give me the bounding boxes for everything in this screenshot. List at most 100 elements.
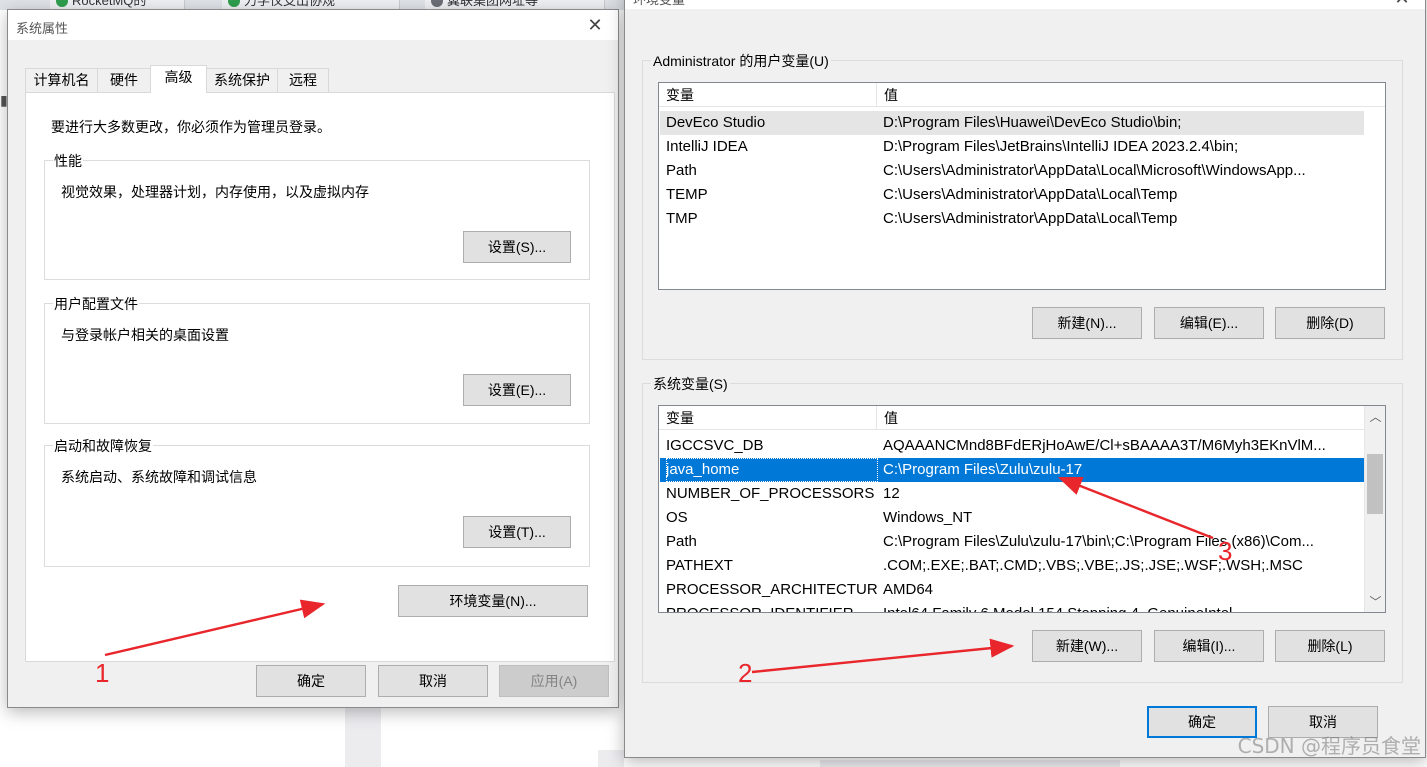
user-new-button[interactable]: 新建(N)... <box>1032 307 1142 339</box>
title-bar: 系统属性 ✕ <box>8 10 618 40</box>
variable-name: Path <box>666 162 697 179</box>
user-edit-button[interactable]: 编辑(E)... <box>1154 307 1264 339</box>
tab-system-protection[interactable]: 系统保护 <box>206 68 278 92</box>
variable-value: AMD64 <box>883 581 934 598</box>
list-header: 变量 值 <box>659 406 1364 430</box>
performance-settings-button[interactable]: 设置(S)... <box>463 231 571 263</box>
watermark: CSDN @程序员食堂 <box>1237 734 1421 758</box>
apply-button[interactable]: 应用(A) <box>499 665 609 697</box>
variable-name: java_home <box>666 458 878 482</box>
list-row[interactable]: Path C:\Users\Administrator\AppData\Loca… <box>660 159 1364 183</box>
tab-computer-name[interactable]: 计算机名 <box>25 68 98 92</box>
user-variables-group: Administrator 的用户变量(U) 变量 值 DevEco Studi… <box>642 51 1403 360</box>
system-variables-group: 系统变量(S) 变量 值 IGCCSVC_DB AQAAANCMnd8BFdER… <box>642 374 1403 683</box>
list-row[interactable]: PROCESSOR_ARCHITECTURE AMD64 <box>660 578 1364 602</box>
system-properties-dialog: 系统属性 ✕ 计算机名 硬件 高级 系统保护 远程 要进行大多数更改，你必须作为… <box>7 9 619 708</box>
user-delete-button[interactable]: 删除(D) <box>1275 307 1385 339</box>
group-title: 用户配置文件 <box>53 294 139 314</box>
performance-group: 性能 视觉效果，处理器计划，内存使用，以及虚拟内存 设置(S)... <box>44 151 590 280</box>
variable-value: C:\Users\Administrator\AppData\Local\Tem… <box>883 186 1178 203</box>
user-variables-list[interactable]: 变量 值 DevEco Studio D:\Program Files\Huaw… <box>658 82 1386 290</box>
annotation-label-2: 2 <box>738 658 753 688</box>
system-variables-list[interactable]: 变量 值 IGCCSVC_DB AQAAANCMnd8BFdERjHoAwE/C… <box>658 405 1386 613</box>
variable-value: Intel64 Family 6 Model 154 Stepping 4, G… <box>883 602 1232 612</box>
list-row[interactable]: IntelliJ IDEA D:\Program Files\JetBrains… <box>660 135 1364 159</box>
group-description: 与登录帐户相关的桌面设置 <box>61 327 229 343</box>
background-block <box>598 750 624 767</box>
title-bar: 环境变量 ✕ <box>625 0 1425 9</box>
variable-name: NUMBER_OF_PROCESSORS <box>666 485 875 502</box>
group-title: 启动和故障恢复 <box>53 436 153 456</box>
green-circle-icon <box>228 0 240 7</box>
group-description: 视觉效果，处理器计划，内存使用，以及虚拟内存 <box>61 184 369 200</box>
list-header: 变量 值 <box>659 83 1385 107</box>
browser-tab-label: 翼联集团网址等 <box>447 0 539 8</box>
browser-icon <box>431 0 443 7</box>
system-delete-button[interactable]: 删除(L) <box>1275 630 1385 662</box>
dialog-title: 环境变量 <box>633 0 685 8</box>
green-check-icon <box>56 0 68 7</box>
variable-value: Windows_NT <box>883 509 973 526</box>
system-edit-button[interactable]: 编辑(I)... <box>1154 630 1264 662</box>
ok-button[interactable]: 确定 <box>256 665 366 697</box>
close-icon[interactable]: ✕ <box>572 10 618 40</box>
browser-tab-label: 力学仪支出协规 <box>244 0 336 8</box>
startup-recovery-settings-button[interactable]: 设置(T)... <box>463 516 571 548</box>
variable-name: Path <box>666 533 697 550</box>
list-row[interactable]: IGCCSVC_DB AQAAANCMnd8BFdERjHoAwE/Cl+sBA… <box>660 434 1364 458</box>
vertical-scrollbar[interactable]: ︿ ﹀ <box>1364 406 1385 612</box>
variable-value: C:\Program Files\Zulu\zulu-17 <box>883 461 1083 478</box>
variable-name: PROCESSOR_ARCHITECTURE <box>666 581 878 598</box>
cancel-button[interactable]: 取消 <box>378 665 488 697</box>
system-new-button[interactable]: 新建(W)... <box>1032 630 1142 662</box>
user-variables-label: Administrator 的用户变量(U) <box>651 51 831 71</box>
tab-hardware[interactable]: 硬件 <box>97 68 151 92</box>
variable-name: OS <box>666 509 688 526</box>
admin-notice: 要进行大多数更改，你必须作为管理员登录。 <box>51 119 331 135</box>
column-header-value[interactable]: 值 <box>876 83 1366 107</box>
list-row[interactable]: NUMBER_OF_PROCESSORS 12 <box>660 482 1364 506</box>
group-description: 系统启动、系统故障和调试信息 <box>61 469 257 485</box>
annotation-label-3: 3 <box>1218 536 1233 566</box>
list-row[interactable]: DevEco Studio D:\Program Files\Huawei\De… <box>660 111 1364 135</box>
variable-value: 12 <box>883 485 900 502</box>
column-header-value[interactable]: 值 <box>876 406 1366 430</box>
list-row-selected[interactable]: java_home C:\Program Files\Zulu\zulu-17 <box>660 458 1364 482</box>
variable-value: D:\Program Files\Huawei\DevEco Studio\bi… <box>883 114 1182 131</box>
list-row[interactable]: PROCESSOR_IDENTIFIER Intel64 Family 6 Mo… <box>660 602 1364 612</box>
variable-value: D:\Program Files\JetBrains\IntelliJ IDEA… <box>883 138 1239 155</box>
background-block <box>820 760 1120 767</box>
list-row[interactable]: TMP C:\Users\Administrator\AppData\Local… <box>660 207 1364 231</box>
list-row[interactable]: TEMP C:\Users\Administrator\AppData\Loca… <box>660 183 1364 207</box>
user-profiles-settings-button[interactable]: 设置(E)... <box>463 374 571 406</box>
close-icon[interactable]: ✕ <box>1379 0 1425 9</box>
advanced-tab-panel: 要进行大多数更改，你必须作为管理员登录。 性能 视觉效果，处理器计划，内存使用，… <box>25 92 615 662</box>
tab-advanced[interactable]: 高级 <box>150 65 207 93</box>
variable-name: PATHEXT <box>666 557 733 574</box>
variable-value: C:\Users\Administrator\AppData\Local\Mic… <box>883 162 1306 179</box>
variable-value: AQAAANCMnd8BFdERjHoAwE/Cl+sBAAAA3T/M6Myh… <box>883 437 1326 454</box>
scrollbar-thumb[interactable] <box>1367 454 1383 514</box>
dialog-title: 系统属性 <box>16 21 69 36</box>
group-title: 性能 <box>53 151 83 171</box>
scroll-down-icon[interactable]: ﹀ <box>1365 591 1385 612</box>
list-row[interactable]: PATHEXT .COM;.EXE;.BAT;.CMD;.VBS;.VBE;.J… <box>660 554 1364 578</box>
list-row[interactable]: OS Windows_NT <box>660 506 1364 530</box>
variable-value: C:\Users\Administrator\AppData\Local\Tem… <box>883 210 1178 227</box>
system-variables-label: 系统变量(S) <box>651 374 730 394</box>
variable-name: TMP <box>666 210 698 227</box>
environment-variables-dialog: 环境变量 ✕ Administrator 的用户变量(U) 变量 值 DevEc… <box>624 0 1426 758</box>
background-block <box>345 708 381 767</box>
environment-variables-button[interactable]: 环境变量(N)... <box>398 585 588 617</box>
column-header-variable[interactable]: 变量 <box>659 83 876 107</box>
column-header-variable[interactable]: 变量 <box>659 406 876 430</box>
variable-value: C:\Program Files\Zulu\zulu-17\bin\;C:\Pr… <box>883 533 1314 550</box>
tab-remote[interactable]: 远程 <box>277 68 329 92</box>
variable-name: IGCCSVC_DB <box>666 437 764 454</box>
scroll-up-icon[interactable]: ︿ <box>1365 406 1385 427</box>
list-row[interactable]: Path C:\Program Files\Zulu\zulu-17\bin\;… <box>660 530 1364 554</box>
annotation-label-1: 1 <box>95 658 110 688</box>
user-profiles-group: 用户配置文件 与登录帐户相关的桌面设置 设置(E)... <box>44 294 590 424</box>
browser-tab-label: RocketMQ的 <box>72 0 147 8</box>
variable-value: .COM;.EXE;.BAT;.CMD;.VBS;.VBE;.JS;.JSE;.… <box>883 557 1303 574</box>
